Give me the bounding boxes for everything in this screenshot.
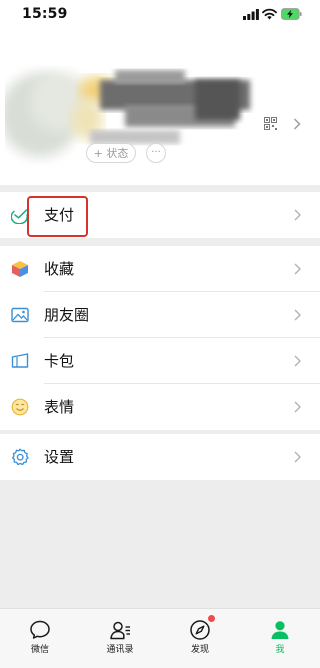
- sticker-icon: [11, 398, 29, 416]
- menu-item-card-wallet[interactable]: 卡包: [0, 338, 320, 384]
- chevron-right-icon: [294, 401, 301, 413]
- chevron-right-icon: [294, 355, 301, 367]
- qr-code-icon[interactable]: [264, 117, 277, 130]
- tab-label: 我: [275, 645, 285, 655]
- favorites-icon: [12, 261, 28, 277]
- card-wallet-icon: [11, 353, 29, 368]
- features-group: 收藏 朋友圈 卡包 表情: [0, 246, 320, 430]
- wifi-icon: [262, 8, 277, 20]
- add-status-button[interactable]: + 状态: [86, 143, 136, 163]
- tab-label: 通讯录: [106, 645, 134, 655]
- chevron-right-icon: [294, 209, 301, 221]
- moments-icon: [11, 307, 29, 323]
- discover-badge-dot: [208, 615, 215, 622]
- menu-item-settings[interactable]: 设置: [0, 434, 320, 480]
- menu-item-label: 收藏: [44, 260, 75, 278]
- menu-item-label: 朋友圈: [44, 306, 90, 324]
- tab-label: 发现: [190, 645, 209, 655]
- status-bar: 15:59: [0, 0, 320, 30]
- tab-chats[interactable]: 微信: [0, 609, 80, 668]
- menu-item-stickers[interactable]: 表情: [0, 384, 320, 430]
- signal-icon: [243, 9, 259, 20]
- more-status-button[interactable]: ···: [146, 143, 166, 163]
- profile-header[interactable]: + 状态 ···: [0, 30, 320, 185]
- more-status-label: ···: [151, 147, 161, 158]
- add-status-label: + 状态: [93, 147, 129, 160]
- chat-icon: [30, 620, 50, 639]
- discover-icon: [190, 620, 210, 640]
- chevron-right-icon: [293, 118, 301, 130]
- chevron-right-icon: [294, 451, 301, 463]
- menu-item-moments[interactable]: 朋友圈: [0, 292, 320, 338]
- tab-contacts[interactable]: 通讯录: [80, 609, 160, 668]
- tab-me[interactable]: 我: [240, 609, 320, 668]
- me-icon: [271, 621, 289, 639]
- menu-item-label: 表情: [44, 398, 75, 416]
- bottom-tab-bar: 微信 通讯录 发现 我: [0, 608, 320, 668]
- settings-group: 设置: [0, 434, 320, 480]
- menu-item-label: 设置: [44, 448, 75, 466]
- chevron-right-icon: [294, 263, 301, 275]
- chevron-right-icon: [294, 309, 301, 321]
- tab-label: 微信: [30, 645, 49, 655]
- status-time: 15:59: [22, 6, 68, 22]
- battery-charging-icon: [281, 8, 302, 20]
- tab-discover[interactable]: 发现: [160, 609, 240, 668]
- menu-item-label: 卡包: [44, 352, 75, 370]
- contacts-icon: [110, 621, 130, 640]
- pay-highlight-box: [27, 196, 88, 237]
- menu-item-favorites[interactable]: 收藏: [0, 246, 320, 292]
- settings-icon: [11, 448, 29, 466]
